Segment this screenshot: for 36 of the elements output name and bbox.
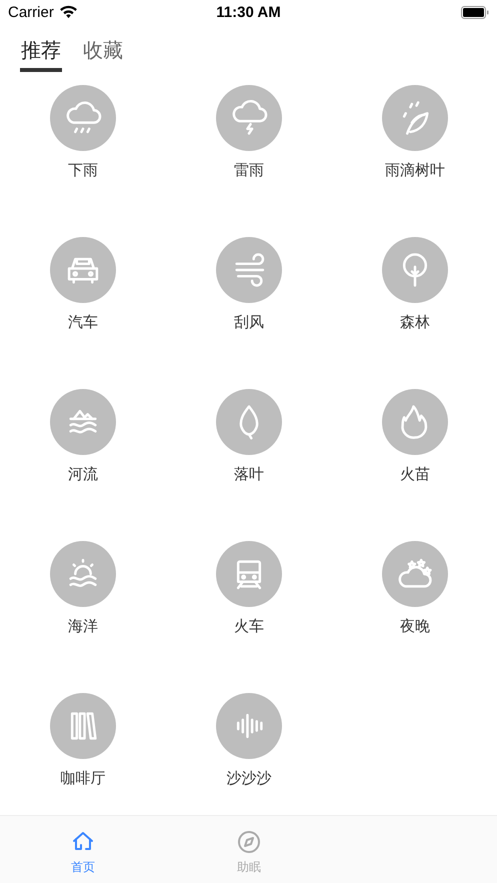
sound-label: 火苗 [400,465,430,484]
sound-label: 下雨 [68,161,98,180]
sound-label: 雷雨 [234,161,264,180]
sound-label: 雨滴树叶 [385,161,445,180]
clock-time: 11:30 AM [215,4,282,20]
rain-cloud-icon[interactable] [50,85,116,151]
sound-label: 海洋 [68,617,98,636]
thunder-cloud-icon[interactable] [216,85,282,151]
flame-icon[interactable] [382,389,448,455]
leaf-rain-icon[interactable] [382,85,448,151]
carrier-name: Carrier [8,4,54,20]
sound-label: 汽车 [68,313,98,332]
sound-label: 沙沙沙 [226,769,272,788]
wifi-icon [58,5,78,19]
tree-icon[interactable] [382,237,448,303]
sound-label: 落叶 [234,465,264,484]
sound-label: 森林 [400,313,430,332]
car-icon[interactable] [50,237,116,303]
battery-icon [461,6,489,18]
cloud-stars-icon[interactable] [382,541,448,607]
sound-label: 夜晚 [400,617,430,636]
category-tab[interactable]: 收藏 [82,36,124,72]
category-tab[interactable]: 推荐 [20,36,62,72]
wind-icon[interactable] [216,237,282,303]
sound-label: 河流 [68,465,98,484]
sunrise-waves-icon[interactable] [50,541,116,607]
compass-icon [235,828,263,856]
leaf-icon[interactable] [216,389,282,455]
books-icon[interactable] [50,693,116,759]
sound-label: 火车 [234,617,264,636]
tab-bar-item[interactable]: 首页 [0,816,166,883]
sound-label: 咖啡厅 [60,769,106,788]
train-icon[interactable] [216,541,282,607]
sound-wave-icon[interactable] [216,693,282,759]
mountain-waves-icon[interactable] [50,389,116,455]
sound-label: 刮风 [234,313,264,332]
